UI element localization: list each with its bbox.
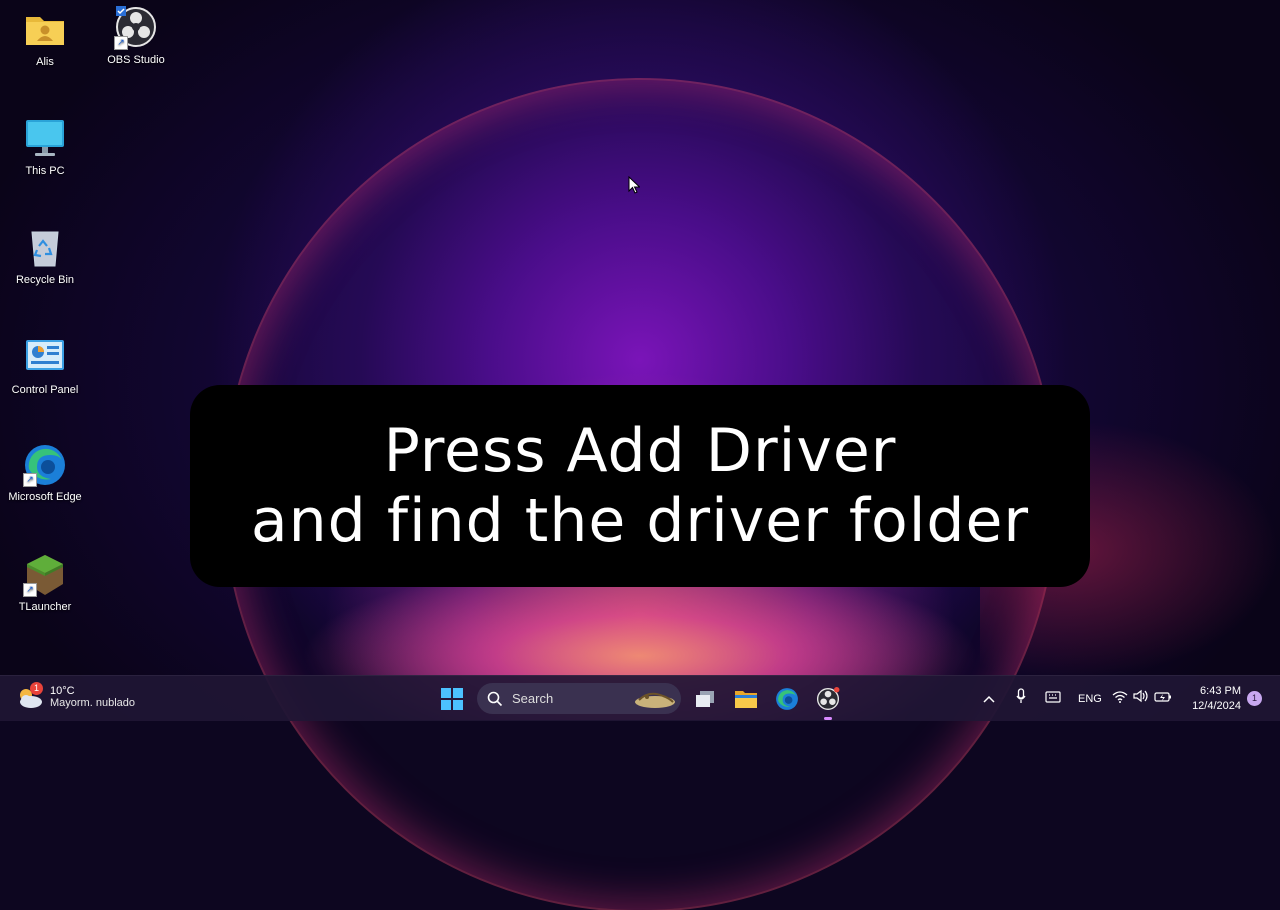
desktop-icon-label: Alis bbox=[36, 56, 54, 68]
taskbar: 1 10°C Mayorm. nublado Search ENG 6:43 P… bbox=[0, 675, 1280, 721]
desktop-icon-label: TLauncher bbox=[18, 601, 72, 613]
weather-description: Mayorm. nublado bbox=[50, 697, 135, 709]
caption-line-1: Press Add Driver bbox=[383, 416, 897, 486]
taskbar-clock[interactable]: 6:43 PM 12/4/2024 bbox=[1183, 684, 1241, 714]
shortcut-arrow-icon: ↗ bbox=[23, 583, 37, 597]
desktop-icon-label: Microsoft Edge bbox=[8, 491, 82, 503]
instruction-caption: Press Add Driver and find the driver fol… bbox=[190, 385, 1090, 587]
battery-charging-icon bbox=[1152, 690, 1174, 708]
desktop-icon-alis[interactable]: Alis bbox=[0, 8, 90, 69]
obs-taskbar-button[interactable] bbox=[813, 684, 843, 720]
language-indicator[interactable]: ENG bbox=[1078, 693, 1110, 705]
windows-logo-icon bbox=[441, 688, 463, 710]
system-tray: ENG bbox=[978, 676, 1110, 721]
quick-settings[interactable] bbox=[1110, 676, 1174, 721]
edge-taskbar-button[interactable] bbox=[772, 684, 802, 714]
desktop-icon-label: OBS Studio bbox=[107, 54, 165, 66]
microphone-icon[interactable] bbox=[1006, 688, 1036, 709]
notification-badge[interactable]: 1 bbox=[1247, 691, 1262, 706]
weather-cloud-icon: 1 bbox=[14, 682, 44, 712]
edge-icon: ↗ bbox=[23, 443, 67, 487]
search-placeholder: Search bbox=[512, 691, 554, 706]
clock-date: 12/4/2024 bbox=[1192, 700, 1241, 712]
edge-icon bbox=[776, 688, 798, 710]
shortcut-arrow-icon: ↗ bbox=[114, 36, 128, 50]
clock-time: 6:43 PM bbox=[1200, 685, 1241, 697]
wifi-icon bbox=[1110, 690, 1130, 708]
caption-line-2: and find the driver folder bbox=[250, 486, 1030, 556]
monitor-icon bbox=[23, 117, 67, 161]
control-panel-icon bbox=[23, 336, 67, 380]
file-explorer-button[interactable] bbox=[731, 684, 761, 714]
desktop-icon-tlauncher[interactable]: ↗ TLauncher bbox=[0, 553, 90, 614]
desktop-icon-this-pc[interactable]: This PC bbox=[0, 117, 90, 178]
search-icon bbox=[487, 691, 503, 706]
weather-temperature: 10°C bbox=[50, 685, 75, 697]
desktop-icon-recycle-bin[interactable]: Recycle Bin bbox=[0, 226, 90, 287]
taskbar-search[interactable]: Search bbox=[477, 683, 681, 714]
keyboard-icon[interactable] bbox=[1038, 690, 1068, 708]
search-highlight-icon bbox=[635, 692, 675, 708]
desktop-icon-control-panel[interactable]: Control Panel bbox=[0, 336, 90, 397]
weather-badge: 1 bbox=[30, 682, 43, 695]
folder-icon bbox=[735, 691, 757, 708]
user-folder-icon bbox=[23, 8, 67, 52]
recycle-bin-icon bbox=[23, 226, 67, 270]
mouse-cursor-icon bbox=[628, 175, 641, 199]
obs-studio-icon: ↗ bbox=[114, 6, 158, 50]
shortcut-arrow-icon: ↗ bbox=[23, 473, 37, 487]
desktop-icon-obs-studio[interactable]: ↗ OBS Studio bbox=[91, 6, 181, 67]
desktop-icon-label: Control Panel bbox=[11, 384, 79, 396]
desktop-icon-label: This PC bbox=[25, 165, 65, 177]
task-view-button[interactable] bbox=[690, 684, 720, 714]
minecraft-block-icon: ↗ bbox=[23, 553, 67, 597]
start-button[interactable] bbox=[437, 684, 467, 714]
volume-icon bbox=[1130, 689, 1152, 708]
obs-studio-icon bbox=[816, 687, 840, 711]
chevron-up-icon[interactable] bbox=[978, 690, 1000, 708]
desktop-icon-label: Recycle Bin bbox=[15, 274, 75, 286]
weather-widget[interactable]: 1 10°C Mayorm. nublado bbox=[14, 682, 135, 712]
desktop-icon-microsoft-edge[interactable]: ↗ Microsoft Edge bbox=[0, 443, 90, 504]
task-view-icon bbox=[696, 691, 714, 707]
